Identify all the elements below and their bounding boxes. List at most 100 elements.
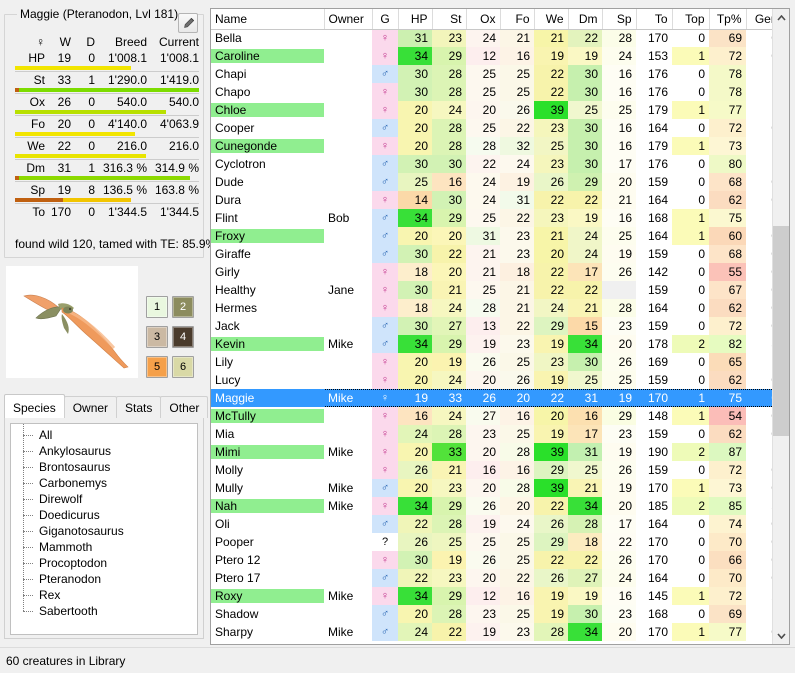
table-row[interactable]: Lucy♀202420261925251590620112 <box>211 371 772 389</box>
table-row[interactable]: Hermes♀182428212421281640620116 <box>211 299 772 317</box>
color-region-button-4[interactable]: 4 <box>172 326 194 348</box>
table-row[interactable]: FlintBob♂3429252223191616817510 <box>211 209 772 227</box>
cell-dm: 34 <box>568 497 602 515</box>
column-header-we[interactable]: We <box>534 9 569 30</box>
column-header-gen[interactable]: Gen <box>746 9 772 30</box>
table-row[interactable]: Mia♀242823251917231590620112 <box>211 425 772 443</box>
species-item-brontosaurus[interactable]: Brontosaurus <box>11 451 197 475</box>
species-item-direwolf[interactable]: Direwolf <box>11 483 197 507</box>
cell-gender: ♂ <box>372 245 398 263</box>
tab-species[interactable]: Species <box>4 394 65 418</box>
table-row[interactable]: Chloe♀2024202639252517917710 <box>211 101 772 119</box>
column-header-g[interactable]: G <box>372 9 399 30</box>
table-row[interactable]: Chapi♂3028252522301617607810 <box>211 65 772 83</box>
cell-ox: 26 <box>466 551 500 569</box>
species-item-mammoth[interactable]: Mammoth <box>11 531 197 555</box>
tab-stats[interactable]: Stats <box>116 396 162 418</box>
table-row[interactable]: Dura♀143024312222211640620116 <box>211 191 772 209</box>
color-region-button-3[interactable]: 3 <box>146 326 168 348</box>
cell-name: Oli <box>215 517 230 531</box>
table-row[interactable]: Froxy♂202031232124251641600116 <box>211 227 772 245</box>
tab-other[interactable]: Other <box>160 396 209 418</box>
table-vertical-scrollbar[interactable] <box>772 9 789 644</box>
table-row[interactable]: MaggieMike♀193326202231191701750120 <box>211 389 772 407</box>
species-item-pteranodon[interactable]: Pteranodon <box>11 563 197 587</box>
cell-name: Bella <box>215 31 242 46</box>
color-region-button-6[interactable]: 6 <box>172 356 194 378</box>
table-row[interactable]: Giraffe♂302221232024191590680112 <box>211 245 772 263</box>
species-item-procoptodon[interactable]: Procoptodon <box>11 547 197 571</box>
scroll-up-button[interactable] <box>773 9 789 26</box>
table-row[interactable]: Oli♂222819242628171640740116 <box>211 515 772 533</box>
tab-owner[interactable]: Owner <box>63 396 118 418</box>
cell-st: 28 <box>432 83 466 101</box>
species-item-carbonemys[interactable]: Carbonemys <box>11 467 197 491</box>
color-region-button-2[interactable]: 2 <box>172 296 194 318</box>
scrollbar-thumb[interactable] <box>773 226 789 436</box>
table-row[interactable]: Ptero 12♀301926252222261700660120 <box>211 551 772 569</box>
column-header-owner[interactable]: Owner <box>324 9 373 30</box>
column-header-top[interactable]: Top <box>672 9 710 30</box>
table-row[interactable]: Cunegonde♀2028283225301617917310 <box>211 137 772 155</box>
table-row[interactable]: Ptero 17♂222320222627241640700116 <box>211 569 772 587</box>
column-header-fo[interactable]: Fo <box>500 9 535 30</box>
cell-gender: ♀ <box>372 29 398 47</box>
table-row[interactable]: Caroline♀342912161919241531720108 <box>211 47 772 65</box>
cell-tp: 73 <box>709 137 746 155</box>
column-header-name[interactable]: Name <box>211 9 325 30</box>
table-row[interactable]: Chapo♀3028252522301617607810 <box>211 83 772 101</box>
stat-values: We 22 0 216.0 216.0 <box>15 137 199 154</box>
table-row[interactable]: NahMike♀3429262022342018528550 <box>211 497 772 515</box>
color-region-button-5[interactable]: 5 <box>146 356 168 378</box>
cell-gender: ♀ <box>372 443 398 461</box>
table-row[interactable]: SharpyMike♂242219232834201701770120 <box>211 623 772 641</box>
cell-hp: 22 <box>398 569 432 587</box>
column-header-st[interactable]: St <box>432 9 467 30</box>
table-row[interactable]: Cyclotron♂3030222423301717608010 <box>211 155 772 173</box>
table-row[interactable]: KevinMike♂3429192319342017828230 <box>211 335 772 353</box>
table-row[interactable]: MimiMike♀2033202839311919028710 <box>211 443 772 461</box>
table-row[interactable]: Cooper♂202825222330161640720116 <box>211 119 772 137</box>
species-item-ankylosaurus[interactable]: Ankylosaurus <box>11 435 197 459</box>
table-row[interactable]: Molly♀262116162925261590720112 <box>211 461 772 479</box>
table-row[interactable]: MullyMike♂202320283921191701730120 <box>211 479 772 497</box>
species-item-sabertooth[interactable]: Sabertooth <box>11 595 197 619</box>
cell-fo: 16 <box>500 407 534 425</box>
cell-top: 0 <box>698 85 705 99</box>
table-row[interactable]: Shadow♂2028232519302316806910 <box>211 605 772 623</box>
cell-top: 0 <box>698 607 705 621</box>
column-header-to[interactable]: To <box>636 9 673 30</box>
species-item-all[interactable]: All <box>11 424 197 443</box>
stat-name: Dm <box>26 161 45 175</box>
table-row[interactable]: Dude♂251624192629201590680112 <box>211 173 772 191</box>
column-header-ox[interactable]: Ox <box>466 9 501 30</box>
species-tree[interactable]: All Ankylosaurus Brontosaurus Carbonemys Dir… <box>10 423 198 635</box>
table-row[interactable]: Lily♀2019262523302616906510 <box>211 353 772 371</box>
column-header-tppct[interactable]: Tp% <box>709 9 747 30</box>
table-row[interactable]: Pooper?262525252918221700700120 <box>211 533 772 551</box>
column-header-dm[interactable]: Dm <box>568 9 603 30</box>
table-row[interactable]: HealthyJane♀3021252122221590670112 <box>211 281 772 299</box>
scroll-down-button[interactable] <box>773 627 789 644</box>
species-item-giganotosaurus[interactable]: Giganotosaurus <box>11 515 197 539</box>
species-item-rex[interactable]: Rex <box>11 579 197 603</box>
table-row[interactable]: RoxyMike♀3429121619191614517220 <box>211 587 772 605</box>
column-header-sp[interactable]: Sp <box>602 9 637 30</box>
cell-gen: 0 <box>746 317 772 335</box>
cell-to: 159 <box>647 373 668 387</box>
color-region-button-1[interactable]: 1 <box>146 296 168 318</box>
edit-creature-button[interactable] <box>178 13 198 33</box>
filter-tabs-panel: Species Owner Stats Other All Ankylosaurus Br… <box>4 394 209 640</box>
species-item-doedicurus[interactable]: Doedicurus <box>11 499 197 523</box>
cell-to: 164 <box>647 517 668 531</box>
table-row[interactable]: Jack♂302713222915231590720112 <box>211 317 772 335</box>
column-header-hp[interactable]: HP <box>398 9 433 30</box>
table-row[interactable]: McTully♀162427162016291481540104 <box>211 407 772 425</box>
color-region-buttons: 1 23 45 6 <box>146 296 202 386</box>
cell-gender: ♀ <box>372 371 398 389</box>
table-row[interactable]: Bella♀312324212122281700690120 <box>211 29 772 47</box>
cell-top: 0 <box>698 517 705 531</box>
stat-wild: 31 <box>57 161 71 175</box>
table-row[interactable]: Girly♀182021182217261420550100 <box>211 263 772 281</box>
cell-gender: ♂ <box>372 227 398 245</box>
